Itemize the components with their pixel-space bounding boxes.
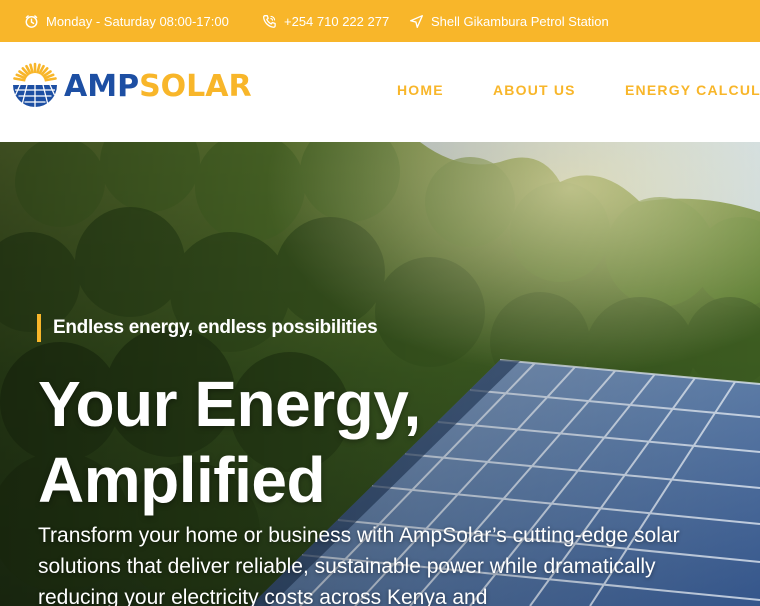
site-header: AMPSOLAR HOME ABOUT US ENERGY CALCULA <box>0 42 760 142</box>
hero-headline: Your Energy, Amplified <box>38 366 421 518</box>
ampsolar-logo[interactable]: AMPSOLAR <box>10 62 252 112</box>
business-hours: Monday - Saturday 08:00-17:00 <box>24 0 229 42</box>
phone-text[interactable]: +254 710 222 277 <box>284 14 389 29</box>
top-info-bar: Monday - Saturday 08:00-17:00 +254 710 2… <box>0 0 760 42</box>
phone-icon <box>262 14 277 29</box>
location-arrow-icon <box>409 14 424 29</box>
hero-description: Transform your home or business with Amp… <box>38 524 680 606</box>
headline-line-1: Your Energy, <box>38 368 421 440</box>
brand-wordmark: AMPSOLAR <box>64 72 252 102</box>
hours-text: Monday - Saturday 08:00-17:00 <box>46 13 229 29</box>
phone-contact[interactable]: +254 710 222 277 <box>262 0 389 42</box>
hero-section: Endless energy, endless possibilities Yo… <box>0 142 760 606</box>
nav-energy-calculator[interactable]: ENERGY CALCULA <box>625 82 760 98</box>
clock-icon <box>24 14 39 29</box>
sun-panel-logo-icon <box>10 60 60 115</box>
location-text[interactable]: Shell Gikambura Petrol Station <box>431 14 609 29</box>
hero-tagline: Endless energy, endless possibilities <box>37 314 378 342</box>
nav-home[interactable]: HOME <box>397 82 444 98</box>
station-location[interactable]: Shell Gikambura Petrol Station <box>409 0 609 42</box>
brand-solar: SOLAR <box>139 69 252 104</box>
nav-about-us[interactable]: ABOUT US <box>493 82 576 98</box>
headline-line-2: Amplified <box>38 444 326 516</box>
brand-amp: AMP <box>64 69 140 104</box>
